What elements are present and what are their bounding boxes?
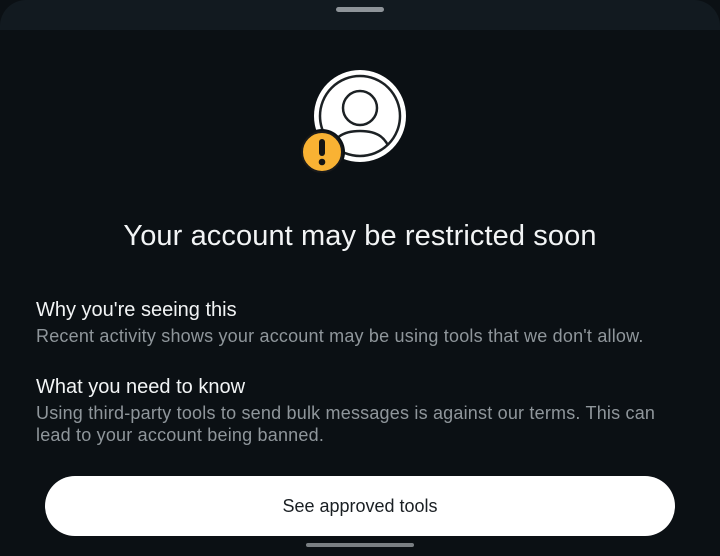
account-warning-illustration bbox=[298, 68, 410, 180]
what-to-know-section: What you need to know Using third-party … bbox=[36, 375, 676, 446]
why-section: Why you're seeing this Recent activity s… bbox=[36, 298, 676, 347]
drag-handle[interactable] bbox=[336, 7, 384, 12]
see-approved-tools-button[interactable]: See approved tools bbox=[45, 476, 675, 536]
section-heading: Why you're seeing this bbox=[36, 299, 237, 321]
restriction-warning-screen: Your account may be restricted soon Why … bbox=[0, 0, 720, 556]
home-indicator[interactable] bbox=[306, 543, 414, 547]
sheet-header bbox=[0, 0, 720, 30]
page-title: Your account may be restricted soon bbox=[123, 220, 597, 252]
section-body: Using third-party tools to send bulk mes… bbox=[36, 403, 656, 445]
bottom-sheet: Your account may be restricted soon Why … bbox=[0, 0, 720, 556]
section-heading: What you need to know bbox=[36, 376, 246, 398]
section-body: Recent activity shows your account may b… bbox=[36, 326, 644, 346]
warning-exclamation-icon bbox=[299, 129, 345, 175]
